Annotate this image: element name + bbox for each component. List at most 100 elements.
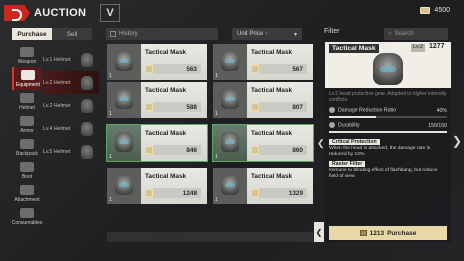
- currency-amount: 4500: [434, 7, 450, 14]
- category-label: Consumables: [11, 220, 43, 226]
- item-name: Tactical Mask: [251, 173, 293, 180]
- stat-value: 40%: [436, 107, 447, 114]
- stat-bar-fill: [329, 130, 447, 133]
- subcategory-list: Lv.1 Helmet Lv.2 Helmet Lv.2 Helmet Lv.4…: [43, 48, 99, 163]
- purchase-price: 1213: [369, 229, 385, 237]
- coin-icon: [359, 230, 367, 236]
- listing-card[interactable]: 1 Tactical Mask 567: [213, 44, 313, 80]
- category-equipment[interactable]: Equipment: [12, 67, 42, 90]
- item-qty: 1: [109, 197, 112, 203]
- detail-header: Tactical Mask Lv.2 1277: [325, 42, 451, 88]
- category-label: Attachment: [14, 197, 40, 203]
- item-qty: 1: [109, 111, 112, 117]
- mask-icon: [115, 132, 133, 152]
- stat-row: Damage Reduction Ratio 40%: [325, 106, 451, 116]
- item-name: Tactical Mask: [145, 49, 187, 56]
- category-label: Equipment: [16, 82, 40, 88]
- rifle-icon: [20, 47, 34, 57]
- stat-label: Durability: [338, 122, 360, 129]
- subcategory-item[interactable]: Lv.1 Helmet: [43, 48, 99, 71]
- item-price: 807: [259, 102, 307, 112]
- category-weapon[interactable]: Weapon: [12, 44, 42, 67]
- listing-card[interactable]: 1 Tactical Mask 588: [107, 82, 207, 118]
- subcategory-item[interactable]: Lv.2 Helmet: [43, 94, 99, 117]
- top-bar: AUCTION V 4500: [0, 0, 464, 26]
- effect-title: Raster Filter: [329, 160, 366, 167]
- category-armor[interactable]: Armor: [12, 113, 42, 136]
- listing-card[interactable]: 1 Tactical Mask 846: [106, 124, 208, 162]
- category-label: Armor: [20, 128, 34, 134]
- helmet-icon: [21, 70, 35, 80]
- search-icon: ○: [388, 31, 392, 37]
- category-backpack[interactable]: Backpack: [12, 136, 42, 159]
- history-toggle[interactable]: History: [106, 28, 218, 40]
- coin-icon: [420, 7, 431, 14]
- consumable-icon: [20, 208, 34, 218]
- currency-display: 4500: [420, 7, 450, 14]
- item-thumbnail: 1: [107, 44, 141, 80]
- effect-text: When the head is attacked, the damage ra…: [329, 145, 431, 157]
- category-boot[interactable]: Boot: [12, 159, 42, 182]
- wrench-icon: [329, 122, 335, 129]
- item-name: Tactical Mask: [145, 87, 187, 94]
- helmet-icon: [81, 75, 93, 90]
- mode-tabs: Purchase Sell: [12, 28, 92, 40]
- sort-label: Unit Price ↑: [237, 31, 268, 37]
- chevron-right-icon[interactable]: ❯: [452, 134, 462, 148]
- subcategory-item[interactable]: Lv.4 Helmet: [43, 117, 99, 140]
- mask-icon: [221, 51, 239, 71]
- item-thumbnail: 1: [107, 82, 141, 118]
- item-thumbnail: 1: [213, 82, 247, 118]
- detail-price: 1277: [429, 43, 445, 50]
- item-name: Tactical Mask: [251, 49, 293, 56]
- tab-purchase[interactable]: Purchase: [12, 28, 52, 40]
- back-button[interactable]: [4, 5, 30, 21]
- mask-icon: [221, 89, 239, 109]
- subcategory-label: Lv.4 Helmet: [43, 125, 71, 132]
- mask-icon: [221, 132, 239, 152]
- filter-button[interactable]: Filter: [324, 28, 340, 35]
- item-thumbnail: 1: [213, 125, 247, 161]
- helmet-icon: [81, 121, 93, 136]
- mask-icon: [373, 53, 403, 85]
- subcategory-item[interactable]: Lv.5 Helmet: [43, 140, 99, 163]
- helmet-icon: [81, 52, 93, 67]
- stat-label: Damage Reduction Ratio: [338, 107, 396, 114]
- coin-icon: [251, 65, 259, 73]
- chevron-down-icon: ▾: [293, 31, 297, 38]
- category-consumables[interactable]: Consumables: [12, 205, 42, 228]
- purchase-button[interactable]: 1213 Purchase: [329, 226, 447, 240]
- page-bar: [107, 232, 313, 242]
- listing-card[interactable]: 1 Tactical Mask 1329: [213, 168, 313, 204]
- item-name: Tactical Mask: [145, 130, 187, 137]
- subcategory-label: Lv.1 Helmet: [43, 56, 71, 63]
- chevron-left-icon[interactable]: ❮: [317, 138, 325, 149]
- subcategory-item[interactable]: Lv.2 Helmet: [43, 71, 99, 94]
- item-qty: 1: [215, 73, 218, 79]
- subcategory-label: Lv.5 Helmet: [43, 148, 71, 155]
- v-logo: V: [100, 4, 120, 22]
- stat-bar: [329, 130, 447, 133]
- listing-card[interactable]: 1 Tactical Mask 860: [212, 124, 314, 162]
- category-attachment[interactable]: Attachment: [12, 182, 42, 205]
- sort-dropdown[interactable]: Unit Price ↑ ▾: [232, 28, 302, 40]
- item-price: 563: [153, 64, 201, 74]
- item-qty: 1: [215, 111, 218, 117]
- listing-card[interactable]: 1 Tactical Mask 563: [107, 44, 207, 80]
- mask-icon: [221, 175, 239, 195]
- item-qty: 1: [215, 197, 218, 203]
- item-name: Tactical Mask: [145, 173, 187, 180]
- collapse-button[interactable]: ❮: [314, 222, 324, 242]
- search-input[interactable]: ○ Search: [384, 28, 448, 40]
- tab-sell[interactable]: Sell: [52, 28, 92, 40]
- item-price: 860: [259, 145, 307, 155]
- listing-card[interactable]: 1 Tactical Mask 1248: [107, 168, 207, 204]
- item-name: Tactical Mask: [251, 130, 293, 137]
- item-price: 1248: [153, 188, 201, 198]
- item-price: 567: [259, 64, 307, 74]
- coin-icon: [145, 65, 153, 73]
- item-name: Tactical Mask: [251, 87, 293, 94]
- category-label: Helmet: [19, 105, 35, 111]
- category-helmet[interactable]: Helmet: [12, 90, 42, 113]
- listing-card[interactable]: 1 Tactical Mask 807: [213, 82, 313, 118]
